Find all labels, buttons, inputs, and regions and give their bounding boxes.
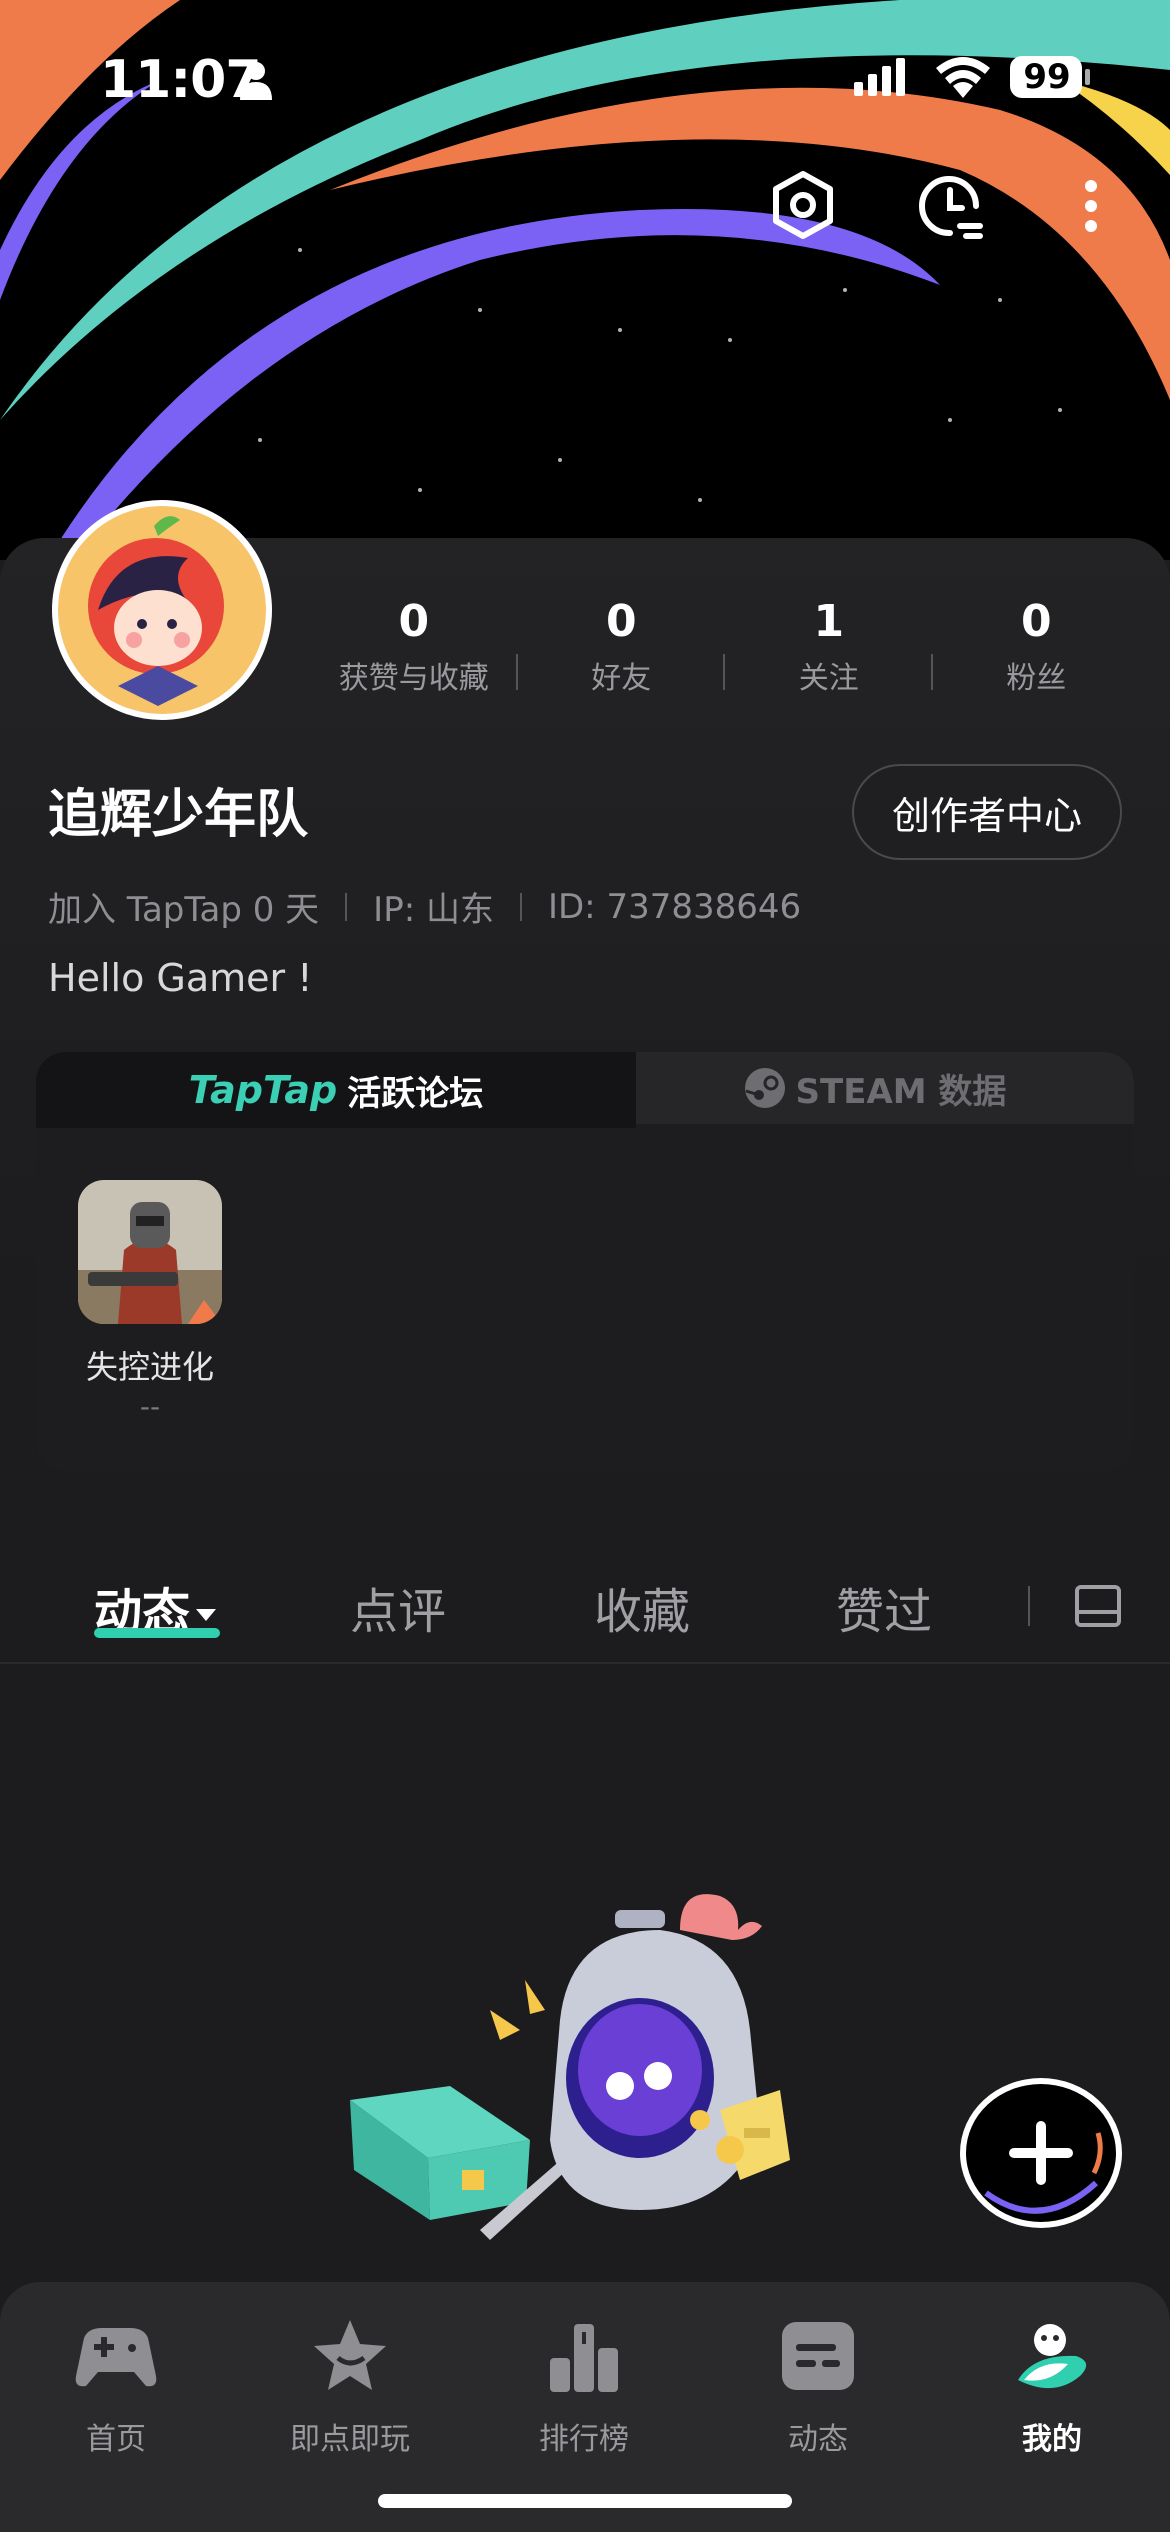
bio: Hello Gamer ! <box>48 956 313 1000</box>
join-info: 加入 TapTap 0 天 <box>48 890 320 930</box>
person-icon <box>240 62 272 100</box>
status-bar: 11:07 99 <box>0 40 1170 120</box>
gear-icon <box>773 171 833 239</box>
avatar[interactable] <box>52 500 272 720</box>
game-icon[interactable] <box>78 1180 222 1324</box>
nav-home[interactable]: 首页 <box>16 2300 216 2460</box>
nav-label: 动态 <box>788 2422 848 2457</box>
game-cover-image <box>78 1180 222 1324</box>
tab-favorites[interactable]: 收藏 <box>594 1572 690 1642</box>
empty-state-illustration <box>350 1894 790 2240</box>
stat-label: 粉丝 <box>1006 661 1067 696</box>
steam-icon <box>744 1068 785 1108</box>
nav-instant-play[interactable]: 即点即玩 <box>250 2300 450 2460</box>
tab-label: STEAM 数据 <box>795 1071 1007 1112</box>
clock-history-icon <box>919 176 983 239</box>
nav-profile[interactable]: 我的 <box>952 2300 1152 2460</box>
status-time: 11:07 <box>100 50 262 110</box>
settings-button[interactable] <box>768 170 838 240</box>
tab-label: 活跃论坛 <box>347 1073 484 1114</box>
ranking-icon <box>550 2324 618 2392</box>
signal-icon <box>854 58 905 96</box>
stat-value: 1 <box>813 596 845 647</box>
content-tabs: 动态 点评 收藏 赞过 <box>0 1528 1170 1664</box>
avatar-image <box>58 506 266 714</box>
tab-steam-data[interactable]: STEAM 数据 <box>616 1052 1134 1124</box>
nav-label: 排行榜 <box>539 2422 629 2457</box>
feed-icon <box>782 2322 854 2390</box>
nav-label: 即点即玩 <box>290 2422 410 2457</box>
nav-label: 首页 <box>86 2422 146 2457</box>
nav-label: 我的 <box>1022 2422 1082 2457</box>
nav-feed[interactable]: 动态 <box>718 2300 918 2460</box>
history-button[interactable] <box>914 170 986 242</box>
stat-value: 0 <box>1020 596 1052 647</box>
stat-label: 好友 <box>591 661 652 696</box>
more-button[interactable] <box>1076 176 1106 236</box>
stat-value: 0 <box>605 596 637 647</box>
stat-value: 0 <box>398 596 430 647</box>
tab-reviews[interactable]: 点评 <box>350 1572 446 1642</box>
tab-liked[interactable]: 赞过 <box>836 1572 932 1642</box>
more-vertical-icon <box>1085 180 1097 232</box>
user-id[interactable]: ID: 737838646 <box>548 887 801 927</box>
create-post-button[interactable] <box>960 2078 1122 2228</box>
nav-ranking[interactable]: 排行榜 <box>484 2300 684 2460</box>
divider <box>1028 1586 1030 1626</box>
stat-following[interactable]: 1 关注 <box>725 590 933 710</box>
layout-toggle-icon[interactable] <box>1074 1584 1122 1628</box>
plus-icon <box>984 2121 1103 2214</box>
creator-center-button[interactable]: 创作者中心 <box>852 764 1122 860</box>
game-sub: -- <box>139 1390 161 1423</box>
stat-followers[interactable]: 0 粉丝 <box>933 590 1141 710</box>
profile-icon <box>1018 2324 1087 2389</box>
stat-label: 获赞与收藏 <box>338 661 489 696</box>
caret-down-icon <box>196 1609 217 1621</box>
profile-stats: 0 获赞与收藏 0 好友 1 关注 0 粉丝 <box>310 590 1140 710</box>
home-indicator[interactable] <box>378 2494 792 2508</box>
stat-likes[interactable]: 0 获赞与收藏 <box>310 590 518 710</box>
stat-friends[interactable]: 0 好友 <box>518 590 725 710</box>
game-name: 失控进化 <box>85 1348 214 1386</box>
stat-label: 关注 <box>798 661 859 696</box>
taptap-logo: TapTap <box>188 1068 338 1112</box>
username: 追辉少年队 <box>48 785 309 845</box>
wifi-icon <box>936 57 990 98</box>
divider <box>345 892 348 921</box>
gamepad-icon <box>75 2328 157 2387</box>
star-icon <box>314 2320 386 2390</box>
divider <box>519 892 522 921</box>
profile-meta: 加入 TapTap 0 天 IP: 山东 ID: 737838646 <box>48 882 801 931</box>
tab-active-forum[interactable]: TapTap 活跃论坛 <box>36 1052 636 1128</box>
forum-card: STEAM 数据 TapTap 活跃论坛 失控进化 -- <box>36 1052 1134 1472</box>
ip-location: IP: 山东 <box>373 890 494 930</box>
battery-level: 99 <box>1023 57 1071 97</box>
active-tab-indicator <box>94 1628 220 1638</box>
